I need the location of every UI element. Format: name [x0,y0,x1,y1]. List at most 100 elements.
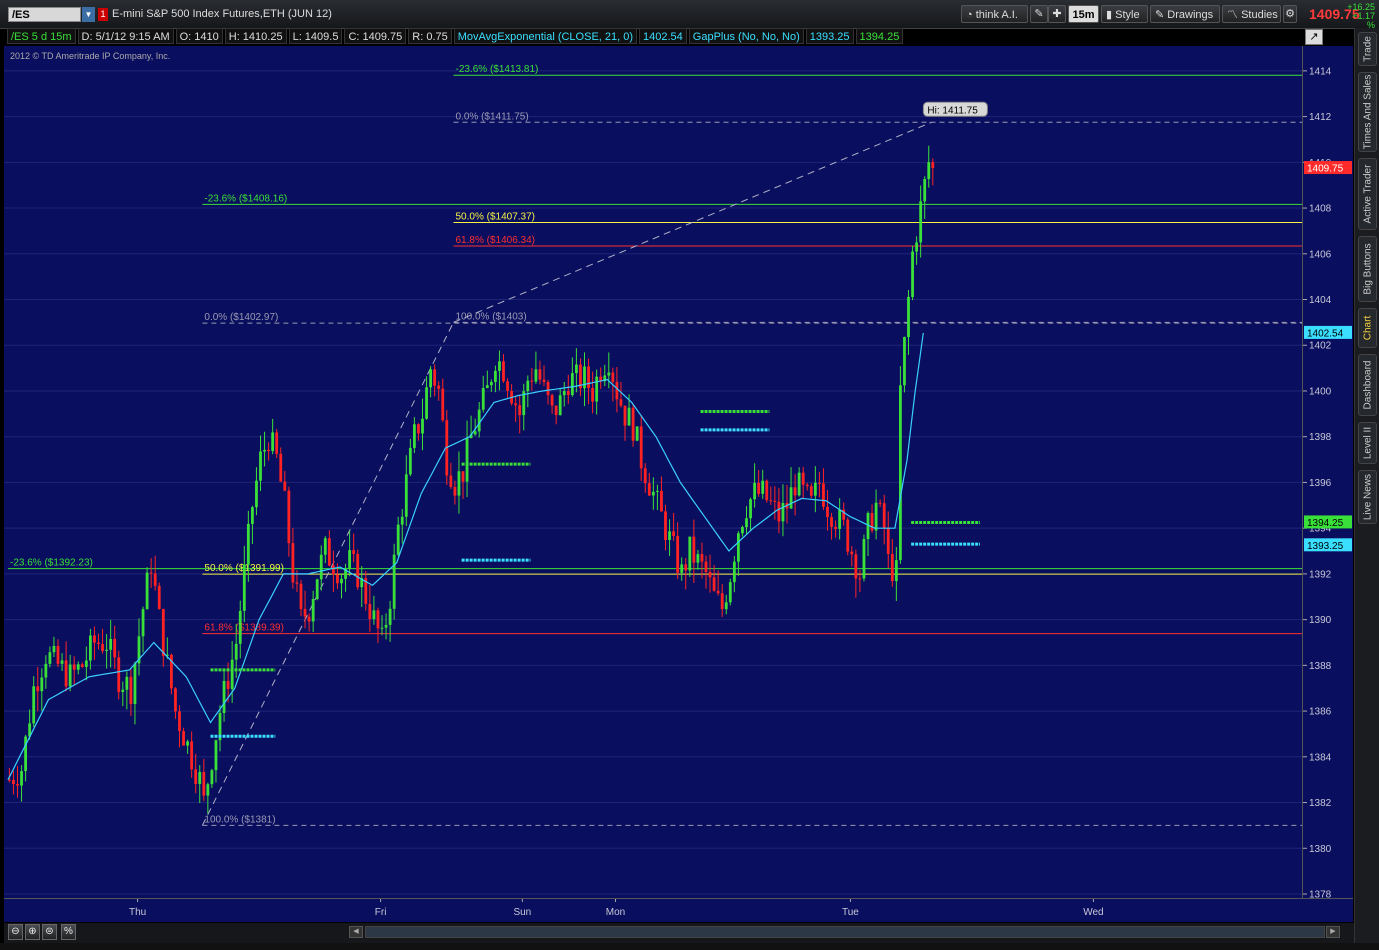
chart-line-icon: 〽 [1227,9,1242,21]
candle-body [16,784,19,786]
sidebar-tab-times-and-sales[interactable]: Times And Sales [1358,72,1377,152]
chart-label[interactable]: /ES 5 d 15m [7,28,76,44]
sidebar-tab-chart[interactable]: Chart [1358,308,1377,348]
timeframe-button[interactable]: 15m [1068,5,1099,23]
candle-body [429,369,432,388]
candle-body [408,447,412,475]
candle-body [433,369,437,386]
symbol-dropdown-icon[interactable]: ▼ [82,7,95,22]
candle-body [190,741,194,770]
style-button[interactable]: ▮ Style [1101,5,1148,23]
candle-body [323,538,327,555]
candle-body [781,502,785,522]
drawing-tool-icon[interactable]: ✎ [1030,5,1048,23]
sidebar-tab-dashboard[interactable]: Dashboard [1358,354,1377,416]
candle-body [672,531,675,537]
crosshair-icon[interactable]: ✚ [1048,5,1066,23]
think-ai-button[interactable]: ◔ think A.I. [961,5,1028,23]
candle-body [502,361,505,382]
sidebar-tab-level-ii[interactable]: Level II [1358,422,1377,464]
candle-body [854,554,858,579]
zoom-fit-icon[interactable]: ⊜ [42,924,57,940]
candle-body [404,474,408,517]
price-tick-label-1380: 1380 [1309,844,1332,855]
time-label-0: Thu [129,907,146,918]
candle-body [761,480,765,494]
sidebar-tab-big-buttons[interactable]: Big Buttons [1358,236,1377,302]
candle-body [700,554,704,562]
price-tick-label-1398: 1398 [1309,432,1332,443]
candle-body [336,574,339,584]
candle-body [129,676,133,704]
candle-body [777,501,781,522]
candle-body [133,663,137,704]
candle-body [48,652,52,664]
drawings-button[interactable]: ✎ Drawings [1150,5,1220,23]
price-tick-label-1412: 1412 [1309,112,1332,123]
zoom-out-icon[interactable]: ⊖ [8,924,23,940]
price-chart[interactable]: -23.6% ($1413.81) 0.0% ($1411.75) -23.6% (… [4,46,1302,898]
chart-area[interactable]: -23.6% ($1413.81) 0.0% ($1411.75) -23.6% (… [4,46,1302,898]
candle-body [745,518,748,528]
percent-scale-button[interactable]: % [61,924,76,940]
price-tick-label-1382: 1382 [1309,798,1332,809]
candle-body [198,772,202,784]
candle-body [558,395,562,416]
fib-label-9: 61.8% ($1389.39) [204,623,284,634]
candle-body [530,380,534,382]
candle-body [315,579,319,600]
price-axis[interactable]: 1378 1380 1382 1384 1386 1388 1390 1392 1394 1396… [1302,46,1353,898]
chart-settings-icon[interactable]: ↗ [1305,29,1323,45]
candle-body [676,536,680,573]
bottom-bar: ⊖ ⊕ ⊜ % ◀ ▶ [4,923,1354,943]
link-group-button[interactable]: 1 [98,8,108,21]
candle-body [84,660,88,667]
study-ema-label[interactable]: MovAvgExponential (CLOSE, 21, 0) [453,28,638,44]
candle-body [822,483,825,507]
sidebar-tab-trade[interactable]: Trade [1358,32,1377,66]
time-axis[interactable]: Thu Fri Sun Mon Tue Wed [4,898,1353,922]
fib-label-2: -23.6% ($1408.16) [204,193,287,204]
style-label: Style [1115,9,1140,21]
zoom-in-icon[interactable]: ⊕ [25,924,40,940]
candle-body [546,382,550,396]
candle-body [757,482,761,494]
chart-scrollbar[interactable] [365,926,1325,938]
candle-body [741,527,744,534]
candle-body [890,554,894,582]
candle-body [639,426,643,469]
price-tick-label-1388: 1388 [1309,661,1332,672]
settings-icon[interactable]: ⚙ [1283,5,1297,23]
candle-body [226,680,230,689]
candle-body [437,385,441,389]
study-gapplus-value-1: 1393.25 [805,28,854,44]
candle-body [643,468,647,484]
sidebar-tab-live-news[interactable]: Live News [1358,470,1377,524]
candle-body [668,531,671,541]
candle-body [542,379,546,383]
scroll-right-icon[interactable]: ▶ [1326,926,1340,938]
price-tick-label-1378: 1378 [1309,890,1332,899]
scroll-left-icon[interactable]: ◀ [349,926,363,938]
candle-body [230,659,234,689]
sidebar-tab-active-trader[interactable]: Active Trader [1358,158,1377,230]
candle-body [534,369,538,382]
price-tick-label-1396: 1396 [1309,478,1332,489]
candle-body [384,624,388,628]
candle-body [210,770,214,785]
bar-close: C: 1409.75 [344,28,407,44]
studies-button[interactable]: 〽 Studies [1222,5,1281,23]
candle-body [291,543,295,583]
price-tick-label-1402: 1402 [1309,341,1332,352]
price-tick-label-1384: 1384 [1309,752,1332,763]
right-sidebar: Trade Times And Sales Active Trader Big But… [1354,28,1379,950]
candle-body [769,500,773,502]
symbol-input[interactable]: /ES [8,7,81,22]
candle-body [498,361,501,371]
study-gapplus-label[interactable]: GapPlus (No, No, No) [688,28,804,44]
candle-body [234,643,238,660]
candle-body [461,471,465,482]
candle-body [485,385,489,389]
candle-body [518,405,522,416]
candle-body [724,602,728,610]
